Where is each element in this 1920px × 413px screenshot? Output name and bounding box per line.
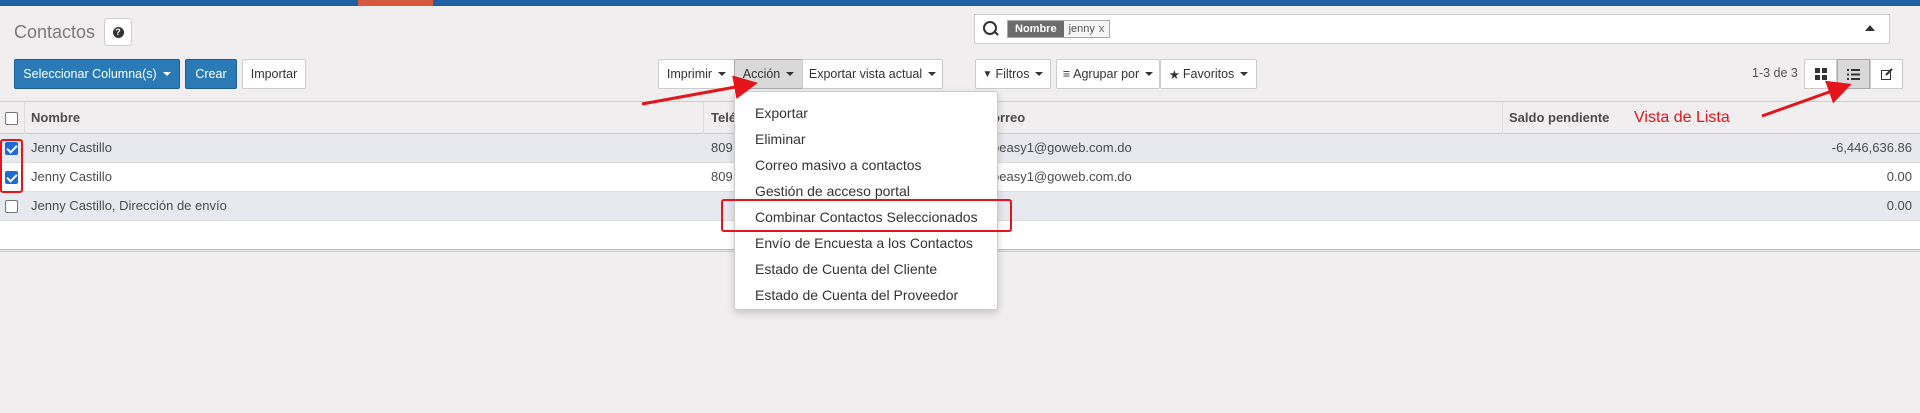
arrow-to-action-button <box>641 75 758 106</box>
annotation-arrows <box>641 75 1852 118</box>
arrow-to-list-view <box>1761 80 1852 118</box>
